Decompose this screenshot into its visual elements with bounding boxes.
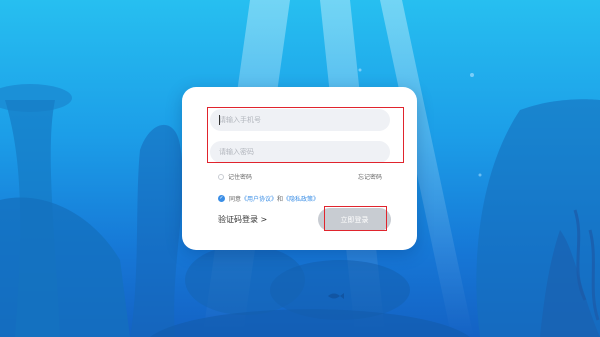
forgot-label: 忘记密码 (358, 174, 383, 181)
remember-password[interactable]: 记住密码 (218, 172, 252, 181)
agreement-row: ✓ 同意 《用户协议》 和 《隐私政策》 (218, 194, 319, 203)
login-button[interactable]: 立即登录 (318, 208, 391, 231)
sms-login-link[interactable]: 验证码登录 > (218, 214, 267, 225)
password-input[interactable] (210, 141, 390, 163)
agree-checkbox[interactable]: ✓ (218, 195, 225, 202)
phone-input[interactable] (210, 109, 390, 131)
remember-label: 记住密码 (228, 174, 253, 181)
remember-radio[interactable] (218, 173, 224, 180)
text-cursor (219, 115, 220, 125)
check-icon: ✓ (219, 195, 224, 201)
agree-prefix: 同意 (229, 196, 242, 203)
login-card: 记住密码 忘记密码 ✓ 同意 《用户协议》 和 《隐私政策》 验证码登录 > 立… (182, 87, 417, 250)
forgot-password-link[interactable]: 忘记密码 (358, 172, 382, 181)
user-agreement-link[interactable]: 《用户协议》 (241, 194, 277, 203)
privacy-policy-link[interactable]: 《隐私政策》 (283, 194, 319, 203)
